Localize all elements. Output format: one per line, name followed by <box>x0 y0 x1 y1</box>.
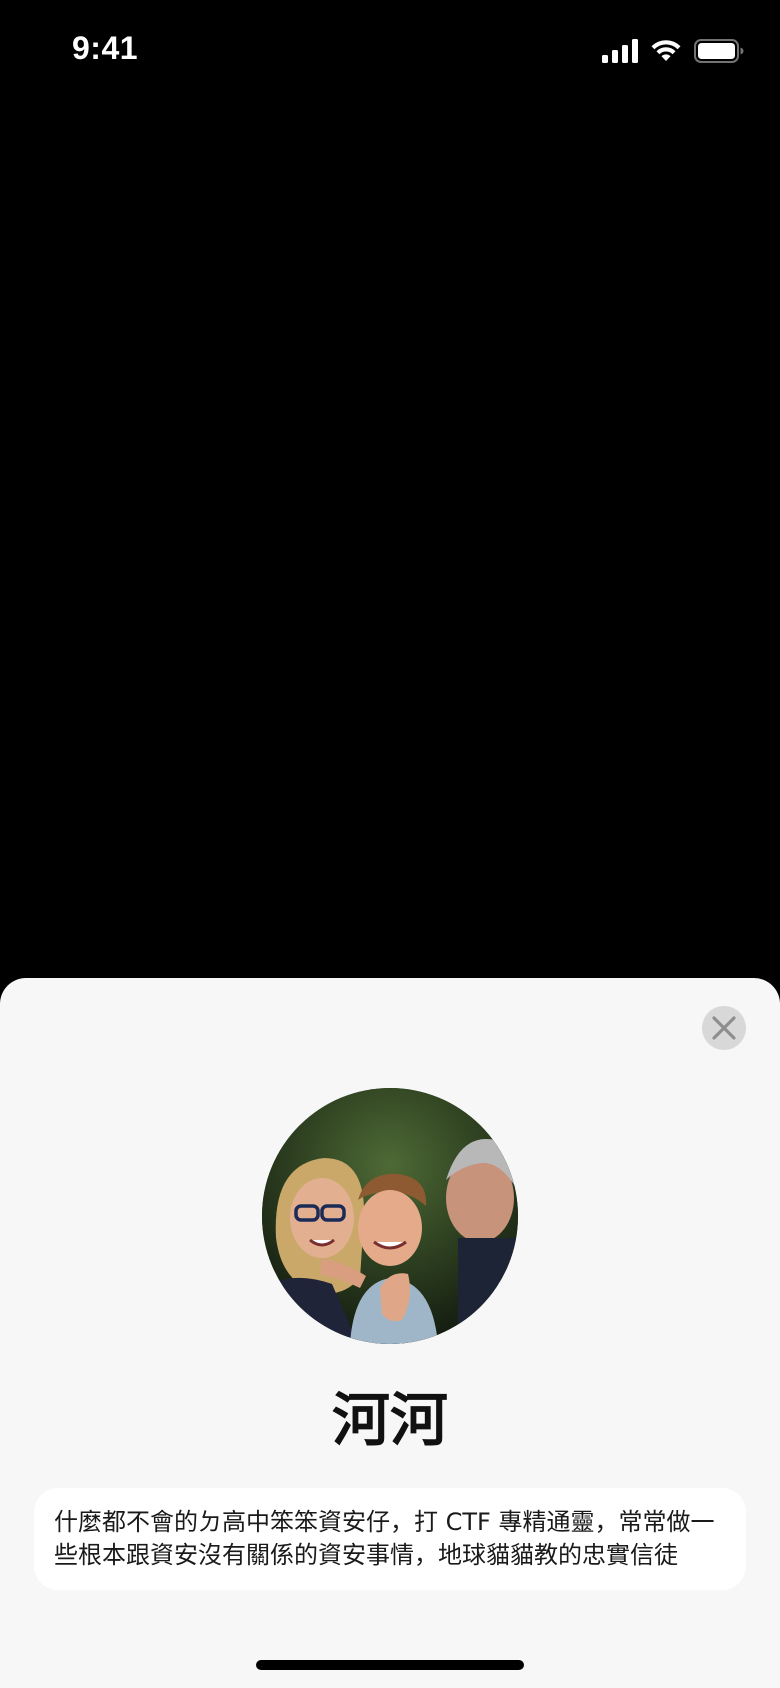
status-bar: 9:41 <box>0 0 780 100</box>
signal-icon <box>602 39 638 63</box>
avatar <box>262 1088 518 1344</box>
close-icon <box>712 1016 736 1040</box>
status-time: 9:41 <box>72 30 139 66</box>
profile-sheet: 河河 什麼都不會的ㄉ高中笨笨資安仔，打 CTF 專精通靈，常常做一些根本跟資安沒… <box>0 978 780 1688</box>
close-button[interactable] <box>702 1006 746 1050</box>
bio-card: 什麼都不會的ㄉ高中笨笨資安仔，打 CTF 專精通靈，常常做一些根本跟資安沒有關係… <box>34 1488 746 1590</box>
home-indicator[interactable] <box>256 1660 524 1670</box>
family-photo <box>262 1088 518 1344</box>
screen: 9:41 河河 什麼都不會的ㄉ高中笨笨資安仔，打 CTF 專精通靈，常常做一些根… <box>0 0 780 1688</box>
battery-icon <box>694 39 744 63</box>
bio-text: 什麼都不會的ㄉ高中笨笨資安仔，打 CTF 專精通靈，常常做一些根本跟資安沒有關係… <box>54 1508 715 1569</box>
status-icons <box>602 36 744 66</box>
wifi-icon <box>651 40 681 61</box>
profile-name: 河河 <box>331 1386 448 1454</box>
